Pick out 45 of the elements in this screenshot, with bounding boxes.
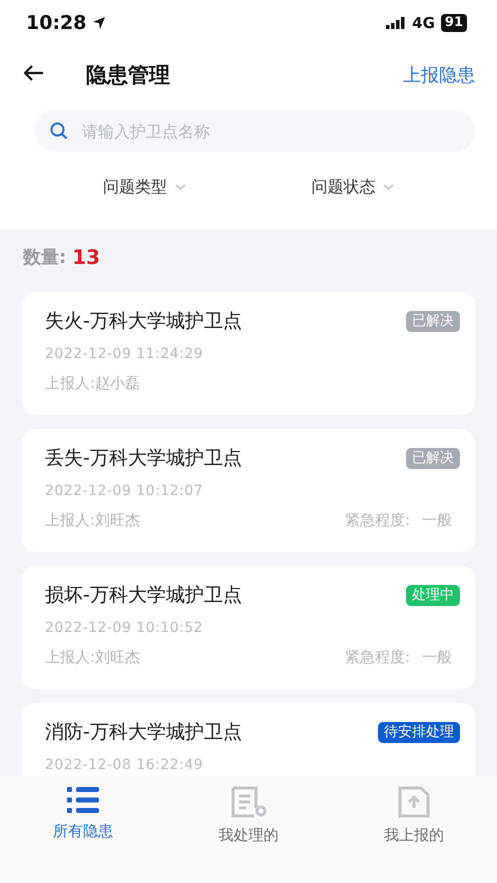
- list-icon: [66, 786, 99, 814]
- search-icon: [50, 122, 68, 140]
- document-icon: [230, 786, 268, 818]
- tab-button[interactable]: 我上报的: [331, 786, 497, 845]
- issue-title: 丢失-万科大学城护卫点: [45, 446, 242, 471]
- search-field[interactable]: 请输入护卫点名称: [34, 110, 475, 152]
- clock-time: 10:28: [26, 12, 86, 34]
- report-time: 2022-12-09 11:24:29: [45, 346, 204, 362]
- network-type: 4G: [412, 14, 435, 32]
- issue-card[interactable]: 丢失-万科大学城护卫点 已解决 2022-12-09 10:12:07 上报人:刘旺杰 紧急程度: 一般: [22, 429, 475, 552]
- page-title: 隐患管理: [86, 62, 171, 89]
- signal-icon: [386, 17, 406, 29]
- urgency-value: 一般: [422, 648, 452, 667]
- filter-dropdown[interactable]: 问题状态: [311, 176, 394, 198]
- status-tag: 处理中: [406, 584, 460, 606]
- upload-file-icon: [397, 786, 432, 818]
- issue-card[interactable]: 消防-万科大学城护卫点 待安排处理 2022-12-08 16:22:49: [22, 703, 475, 776]
- status-tag: 已解决: [406, 448, 460, 468]
- report-time: 2022-12-09 10:12:07: [45, 483, 204, 499]
- urgency-label: 紧急程度:: [344, 511, 410, 530]
- count-label: 数量:: [23, 246, 66, 269]
- back-arrow-icon: [24, 65, 44, 81]
- report-time: 2022-12-09 10:10:52: [45, 620, 204, 636]
- status-tag: 待安排处理: [378, 722, 460, 742]
- reporter-name: 上报人:刘旺杰: [45, 648, 140, 667]
- filter-dropdown[interactable]: 问题类型: [102, 176, 186, 198]
- issue-card[interactable]: 损坏-万科大学城护卫点 处理中 2022-12-09 10:10:52 上报人:刘旺杰 紧急程度: 一般: [22, 566, 475, 689]
- battery-level: 91: [440, 14, 467, 32]
- issue-title: 失火-万科大学城护卫点: [45, 309, 242, 334]
- issue-title: 消防-万科大学城护卫点: [45, 720, 242, 745]
- reporter-name: 上报人:刘旺杰: [45, 511, 140, 530]
- tab-button[interactable]: 我处理的: [166, 786, 332, 845]
- count-value: 13: [72, 245, 100, 269]
- tab-button[interactable]: 所有隐患: [0, 786, 166, 841]
- issue-card[interactable]: 失火-万科大学城护卫点 已解决 2022-12-09 11:24:29 上报人:赵小磊: [22, 292, 475, 415]
- status-tag: 已解决: [406, 310, 460, 332]
- chevron-down-icon: [174, 184, 186, 190]
- report-hazard-link[interactable]: 上报隐患: [403, 63, 475, 87]
- report-time: 2022-12-08 16:22:49: [45, 757, 204, 773]
- chevron-down-icon: [383, 184, 394, 190]
- urgency-value: 一般: [422, 511, 452, 530]
- urgency-label: 紧急程度:: [344, 648, 410, 667]
- issue-title: 损坏-万科大学城护卫点: [45, 583, 242, 608]
- reporter-name: 上报人:赵小磊: [45, 374, 140, 393]
- location-arrow-icon: [92, 16, 106, 30]
